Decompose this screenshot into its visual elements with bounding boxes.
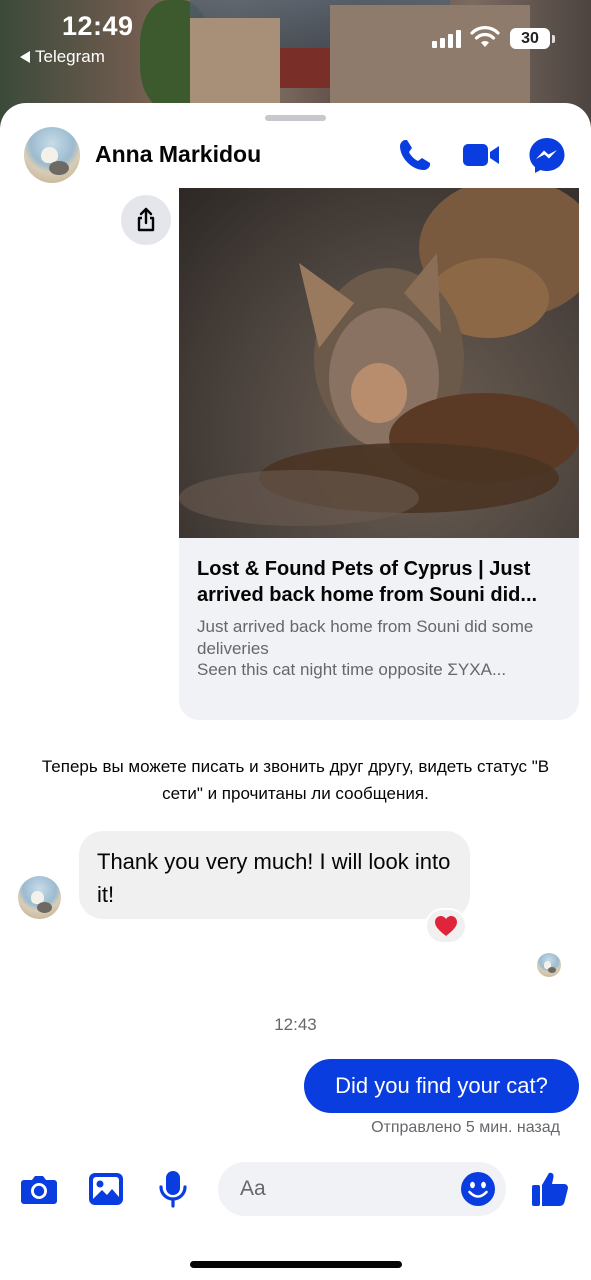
home-indicator[interactable] xyxy=(190,1261,402,1268)
back-app-label: Telegram xyxy=(35,47,105,66)
sheet-grabber[interactable] xyxy=(265,115,326,121)
back-arrow-icon xyxy=(20,51,30,63)
message-timestamp: 12:43 xyxy=(274,1015,317,1034)
chat-sheet: Anna Markidou Lost & Found Pets of Cypru… xyxy=(0,103,591,1280)
incoming-message-bubble[interactable]: Thank you very much! I will look into it… xyxy=(79,831,470,919)
heart-reaction[interactable] xyxy=(425,908,467,944)
message-composer xyxy=(0,1160,591,1220)
battery-icon: 30 xyxy=(510,28,555,49)
seen-indicator-avatar xyxy=(537,953,561,977)
share-icon xyxy=(137,207,155,232)
share-button[interactable] xyxy=(121,195,171,245)
delivery-status: Отправлено 5 мин. назад xyxy=(371,1119,560,1136)
phone-icon[interactable] xyxy=(395,135,435,175)
video-camera-icon[interactable] xyxy=(461,135,501,175)
contact-name[interactable]: Anna Markidou xyxy=(95,141,261,168)
link-preview-image xyxy=(179,188,579,538)
wifi-icon xyxy=(470,26,500,47)
like-button[interactable] xyxy=(530,1169,570,1209)
camera-icon xyxy=(21,1176,57,1204)
chat-header: Anna Markidou xyxy=(0,125,591,187)
gallery-icon xyxy=(89,1173,123,1205)
contact-avatar[interactable] xyxy=(24,127,80,183)
sender-avatar[interactable] xyxy=(18,876,61,919)
gallery-button[interactable] xyxy=(86,1169,126,1209)
camera-button[interactable] xyxy=(19,1169,59,1209)
link-preview-description: Just arrived back home from Souni did so… xyxy=(197,617,534,679)
thumbs-up-icon xyxy=(532,1172,568,1206)
microphone-button[interactable] xyxy=(153,1169,193,1209)
cellular-signal-icon xyxy=(432,30,461,48)
outgoing-message-bubble[interactable]: Did you find your cat? xyxy=(304,1059,579,1113)
messenger-icon[interactable] xyxy=(527,135,567,175)
message-input-container[interactable] xyxy=(218,1162,506,1216)
system-message: Теперь вы можете писать и звонить друг д… xyxy=(41,757,550,803)
emoji-icon[interactable] xyxy=(460,1171,496,1207)
status-time: 12:49 xyxy=(62,11,134,41)
microphone-icon xyxy=(159,1171,187,1208)
back-to-app-link[interactable]: Telegram xyxy=(20,47,105,67)
cat-photo xyxy=(179,188,579,526)
message-input[interactable] xyxy=(240,1174,450,1204)
link-preview-info: Lost & Found Pets of Cyprus | Just arriv… xyxy=(179,538,579,720)
link-preview-title: Lost & Found Pets of Cyprus | Just arriv… xyxy=(197,558,538,606)
status-bar: 12:49 Telegram 30 xyxy=(0,0,591,80)
link-preview-card[interactable]: Lost & Found Pets of Cyprus | Just arriv… xyxy=(179,188,579,720)
heart-icon xyxy=(435,916,457,936)
